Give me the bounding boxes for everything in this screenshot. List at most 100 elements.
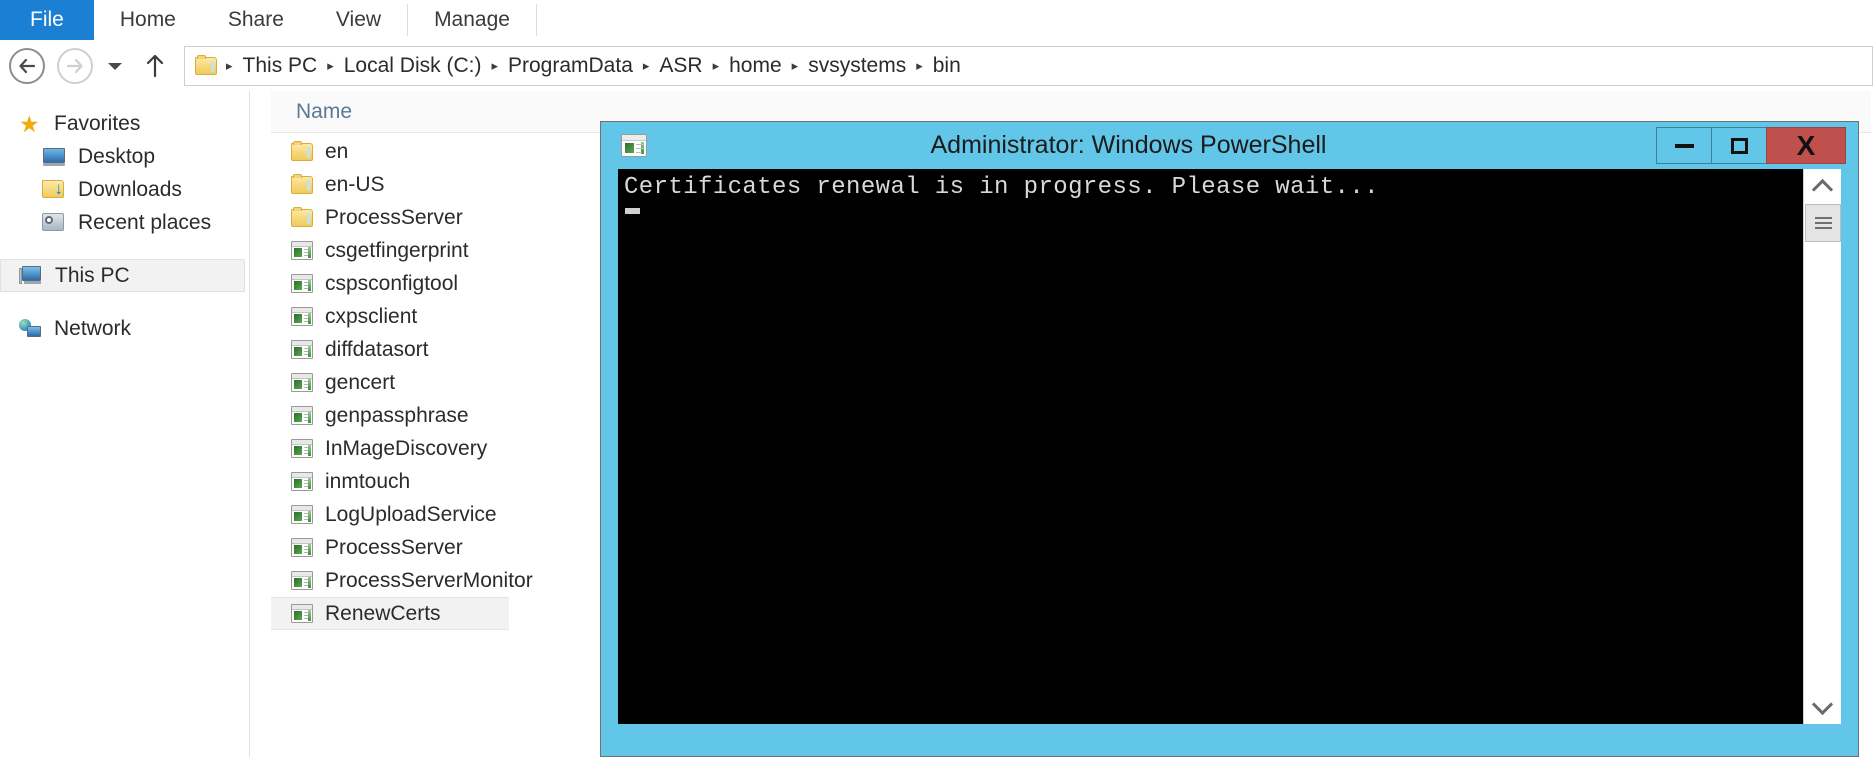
sidebar-item-downloads-label: Downloads (78, 177, 182, 201)
application-exe-icon (291, 438, 315, 460)
file-list-item-label: genpassphrase (325, 403, 469, 427)
console-scrollbar[interactable] (1803, 169, 1841, 724)
sidebar-item-desktop[interactable]: Desktop (0, 140, 249, 173)
network-icon (18, 317, 44, 341)
file-list-item-label: cspsconfigtool (325, 271, 459, 295)
sidebar-item-desktop-label: Desktop (78, 144, 156, 168)
powershell-console-icon (621, 134, 647, 157)
forward-button[interactable] (54, 45, 96, 87)
powershell-window-title: Administrator: Windows PowerShell (930, 131, 1327, 159)
powershell-titlebar[interactable]: Administrator: Windows PowerShell X (601, 122, 1858, 169)
folder-icon (195, 55, 219, 76)
application-exe-icon (291, 372, 315, 394)
file-list-item-label: RenewCerts (325, 601, 441, 625)
sidebar-item-network[interactable]: Network (0, 312, 249, 345)
file-list-item-label: LogUploadService (325, 502, 497, 526)
file-list-item[interactable]: RenewCerts (271, 597, 509, 630)
breadcrumb-item-local-disk[interactable]: Local Disk (C:) (337, 54, 489, 78)
up-one-level-button[interactable] (138, 45, 172, 87)
application-exe-icon (291, 306, 315, 328)
breadcrumb-separator-6[interactable]: ▸ (913, 59, 926, 72)
close-button[interactable]: X (1766, 127, 1846, 164)
computer-icon (19, 264, 45, 288)
file-list-item-label: cxpsclient (325, 304, 418, 328)
forward-arrow-icon (57, 47, 93, 84)
sidebar-item-recent-places[interactable]: Recent places (0, 206, 249, 239)
sidebar-item-this-pc-label: This PC (55, 263, 130, 287)
breadcrumb-item-home[interactable]: home (722, 54, 789, 78)
breadcrumb-separator-1[interactable]: ▸ (324, 59, 337, 72)
file-list-item-label: diffdatasort (325, 337, 429, 361)
ribbon-tab-manage[interactable]: Manage (408, 0, 536, 40)
file-list-item-label: gencert (325, 370, 396, 394)
console-cursor (625, 208, 640, 215)
breadcrumb-separator-5[interactable]: ▸ (789, 59, 802, 72)
sidebar-item-favorites-label: Favorites (54, 111, 141, 135)
recent-locations-button[interactable] (100, 45, 130, 87)
back-button[interactable] (6, 45, 48, 87)
maximize-button[interactable] (1711, 127, 1766, 164)
breadcrumb-item-asr[interactable]: ASR (652, 54, 709, 78)
breadcrumb-item-this-pc[interactable]: This PC (236, 54, 325, 78)
application-exe-icon (291, 537, 315, 559)
file-list-item-label: en-US (325, 172, 385, 196)
breadcrumb-item-programdata[interactable]: ProgramData (501, 54, 640, 78)
breadcrumb-separator-0: ▸ (226, 58, 233, 73)
ribbon-tab-share-label: Share (227, 8, 284, 31)
folder-icon (291, 140, 315, 163)
file-list-item-label: ProcessServer (325, 205, 463, 229)
sidebar-item-this-pc[interactable]: This PC (0, 259, 245, 292)
ribbon-tab-file[interactable]: File (0, 0, 94, 40)
file-list-item-label: csgetfingerprint (325, 238, 469, 262)
back-arrow-glyph (19, 58, 36, 73)
breadcrumb-separator-2[interactable]: ▸ (488, 59, 501, 72)
scroll-up-icon[interactable] (1804, 169, 1841, 204)
application-exe-icon (291, 240, 315, 262)
scrollbar-thumb[interactable] (1805, 204, 1841, 242)
ribbon-tab-bar: File Home Share View Manage (0, 0, 1873, 41)
application-exe-icon (291, 405, 315, 427)
up-arrow-icon (146, 54, 164, 77)
application-exe-icon (291, 603, 315, 625)
application-exe-icon (291, 471, 315, 493)
file-list-item-label: InMageDiscovery (325, 436, 488, 460)
ribbon-tab-share[interactable]: Share (202, 0, 310, 40)
ribbon-tab-home[interactable]: Home (94, 0, 202, 40)
ribbon-tab-manage-label: Manage (434, 8, 510, 31)
navigation-pane: ★ Favorites Desktop Downloads Recent pla… (0, 91, 250, 757)
star-icon: ★ (19, 110, 40, 137)
file-list-item-label: en (325, 139, 349, 163)
sidebar-gap-1 (0, 239, 249, 259)
application-exe-icon (291, 570, 315, 592)
breadcrumb-separator-4[interactable]: ▸ (710, 59, 723, 72)
file-list-item-label: ProcessServerMonitor (325, 568, 533, 592)
downloads-folder-icon (42, 178, 68, 202)
sidebar-item-network-label: Network (54, 316, 132, 340)
folder-icon (291, 206, 315, 229)
application-exe-icon (291, 339, 315, 361)
breadcrumb-item-bin[interactable]: bin (926, 54, 968, 78)
column-header-name[interactable]: Name (271, 100, 352, 124)
desktop-icon (42, 145, 68, 169)
minimize-button[interactable] (1656, 127, 1711, 164)
file-list-item-label: ProcessServer (325, 535, 463, 559)
recent-places-icon (42, 211, 68, 235)
console-output-line-1: Certificates renewal is in progress. Ple… (624, 174, 1379, 201)
forward-arrow-glyph (66, 58, 83, 73)
ribbon-tab-home-label: Home (119, 8, 176, 31)
breadcrumb-item-svsystems[interactable]: svsystems (801, 54, 913, 78)
breadcrumb[interactable]: ▸ This PC ▸ Local Disk (C:) ▸ ProgramDat… (184, 45, 1873, 86)
folder-icon (291, 173, 315, 196)
sidebar-item-recent-places-label: Recent places (78, 210, 212, 234)
breadcrumb-separator-3[interactable]: ▸ (640, 59, 653, 72)
minimize-icon (1674, 143, 1694, 148)
ribbon-tab-view[interactable]: View (310, 0, 407, 40)
scroll-down-icon[interactable] (1804, 689, 1841, 724)
powershell-window[interactable]: Administrator: Windows PowerShell X Cert… (600, 121, 1859, 757)
powershell-console-output[interactable]: Certificates renewal is in progress. Ple… (618, 169, 1805, 724)
maximize-icon (1730, 137, 1748, 154)
sidebar-item-favorites[interactable]: ★ Favorites (0, 107, 249, 140)
ribbon-tab-file-label: File (30, 8, 64, 31)
sidebar-item-downloads[interactable]: Downloads (0, 173, 249, 206)
sidebar-gap-2 (0, 292, 249, 312)
